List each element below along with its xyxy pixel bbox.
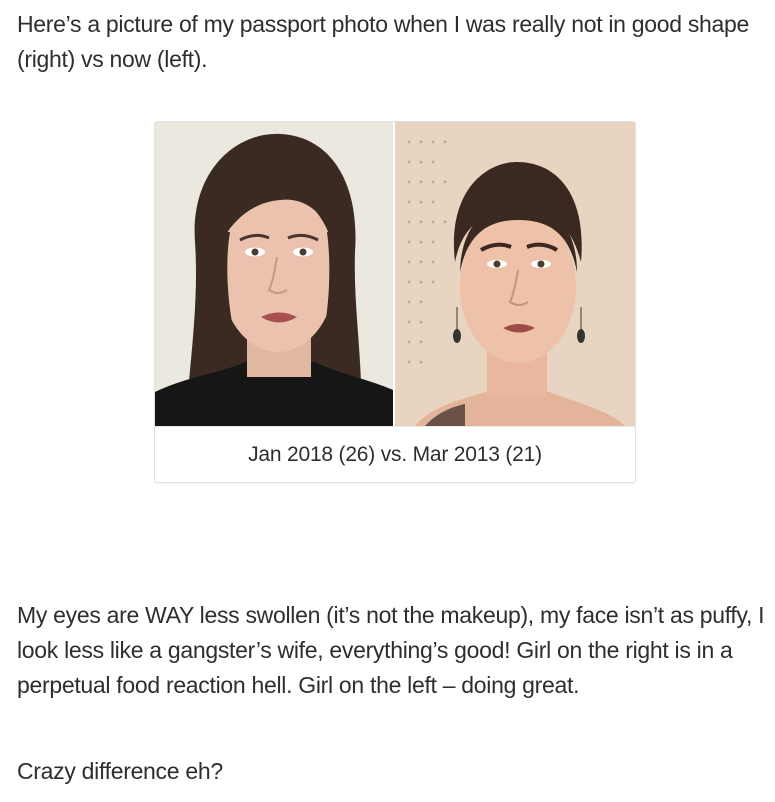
- intro-paragraph: Here’s a picture of my passport photo wh…: [17, 11, 749, 72]
- passport-photo-2018: [155, 122, 393, 426]
- closing-paragraph: Crazy difference eh?: [17, 758, 223, 784]
- figure-caption: Jan 2018 (26) vs. Mar 2013 (21): [155, 426, 635, 482]
- body-paragraph: My eyes are WAY less swollen (it’s not t…: [17, 602, 765, 698]
- passport-photo-2013: [395, 122, 635, 426]
- passport-photo-comparison: Jan 2018 (26) vs. Mar 2013 (21): [154, 121, 636, 483]
